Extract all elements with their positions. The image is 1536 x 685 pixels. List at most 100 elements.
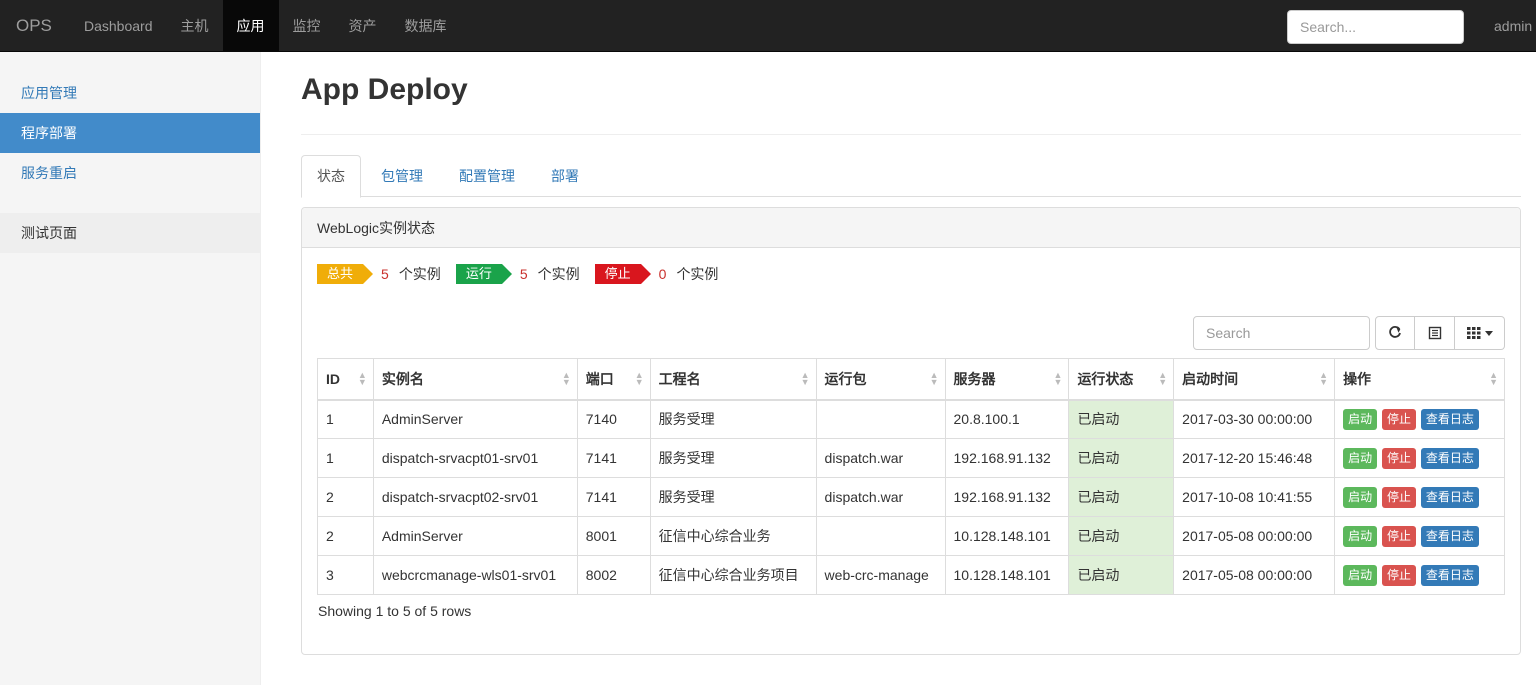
nav-item-monitor[interactable]: 监控 [279,0,335,52]
table-header-row: ID ▲ ▼ 实例名 ▲ ▼ 端口 ▲ ▼ 工程名 ▲ ▼ 运行包 ▲ ▼ 服务器 ▲ ▼ 运行状态 ▲ ▼… [317,358,1505,401]
column-header-status[interactable]: 运行状态 ▲ ▼ [1068,358,1175,401]
main-nav: Dashboard 主机 应用 监控 资产 数据库 [70,0,461,52]
start-button[interactable]: 启动 [1343,408,1378,430]
refresh-icon [1389,326,1401,338]
column-header-start-time[interactable]: 启动时间 ▲ ▼ [1173,358,1336,401]
view-logs-button[interactable]: 查看日志 [1420,486,1479,508]
cell-status: 已启动 [1068,477,1175,517]
global-search-input[interactable] [1287,10,1464,44]
cell-id: 2 [317,477,374,517]
stop-button[interactable]: 停止 [1381,486,1416,508]
cell-port: 7141 [576,438,651,478]
table-row: 1 dispatch-srvacpt01-srv01 7141 服务受理 dis… [317,438,1505,478]
sidebar-item-app-management[interactable]: 应用管理 [0,73,260,113]
cell-instance: AdminServer [372,399,578,439]
total-badge: 总共 [317,264,374,284]
top-navbar: OPS Dashboard 主机 应用 监控 资产 数据库 admin [0,0,1536,52]
cell-instance: AdminServer [372,516,578,556]
cell-server: 10.128.148.101 [944,516,1070,556]
cell-actions: 启动 停止 查看日志 [1334,516,1505,556]
tab-package-management[interactable]: 包管理 [365,155,439,196]
view-logs-button[interactable]: 查看日志 [1420,564,1479,586]
sidebar-item-deploy[interactable]: 程序部署 [0,113,260,153]
stopped-badge: 停止 [594,264,651,284]
stop-button[interactable]: 停止 [1381,447,1416,469]
panel-title: WebLogic实例状态 [302,208,1520,248]
start-button[interactable]: 启动 [1343,486,1378,508]
panel-body: 总共 5 个实例 运行 5 个实例 停止 0 个实例 Search ID ▲ ▼… [302,248,1520,619]
tab-config-management[interactable]: 配置管理 [443,155,531,196]
view-logs-button[interactable]: 查看日志 [1420,408,1479,430]
cell-project: 征信中心综合业务项目 [649,555,817,595]
cell-project: 征信中心综合业务 [649,516,817,556]
column-header-port[interactable]: 端口 ▲ ▼ [576,358,651,401]
cell-project: 服务受理 [649,438,817,478]
nav-item-database[interactable]: 数据库 [391,0,461,52]
nav-item-assets[interactable]: 资产 [335,0,391,52]
sort-icon: ▲ ▼ [561,370,571,387]
table-row: 1 AdminServer 7140 服务受理 20.8.100.1 已启动 2… [317,399,1505,439]
cell-package: web-crc-manage [815,555,946,595]
tab-status[interactable]: 状态 [301,155,361,198]
cell-id: 2 [317,516,374,556]
cell-package [815,516,946,556]
table-toolbar [1193,316,1505,350]
column-header-actions[interactable]: 操作 ▲ ▼ [1334,358,1505,401]
sort-icon: ▲ ▼ [1053,370,1063,387]
cell-id: 3 [317,555,374,595]
tab-deploy[interactable]: 部署 [535,155,595,196]
cell-project: 服务受理 [649,399,817,439]
column-header-project[interactable]: 工程名 ▲ ▼ [649,358,817,401]
sidebar-divider [0,193,260,213]
caret-down-icon [1484,330,1493,336]
sidebar-item-test-page[interactable]: 测试页面 [0,213,260,253]
total-unit: 个实例 [398,266,441,282]
view-logs-button[interactable]: 查看日志 [1420,447,1479,469]
cell-start-time: 2017-05-08 00:00:00 [1173,555,1336,595]
sort-icon: ▲ ▼ [634,370,644,387]
nav-item-apps[interactable]: 应用 [222,0,279,52]
nav-item-hosts[interactable]: 主机 [167,0,223,52]
list-icon [1428,326,1441,340]
sidebar-group: 应用管理 程序部署 服务重启 [0,73,260,193]
cell-instance: webcrcmanage-wls01-srv01 [372,555,578,595]
cell-port: 7140 [576,399,651,439]
view-logs-button[interactable]: 查看日志 [1420,525,1479,547]
stopped-count: 0 [658,266,667,282]
cell-id: 1 [317,438,374,478]
cell-port: 7141 [576,477,651,517]
sidebar: 应用管理 程序部署 服务重启 测试页面 [0,52,261,685]
cell-server: 10.128.148.101 [944,555,1070,595]
column-header-instance[interactable]: 实例名 ▲ ▼ [372,358,578,401]
user-menu[interactable]: admin [1494,18,1532,34]
start-button[interactable]: 启动 [1343,447,1378,469]
brand-logo[interactable]: OPS [16,16,52,36]
tab-bar: 状态 包管理 配置管理 部署 [301,155,1521,198]
stop-button[interactable]: 停止 [1381,408,1416,430]
column-header-package[interactable]: 运行包 ▲ ▼ [815,358,946,401]
cell-port: 8002 [576,555,651,595]
column-header-server[interactable]: 服务器 ▲ ▼ [944,358,1070,401]
cell-start-time: 2017-10-08 10:41:55 [1173,477,1336,517]
stopped-unit: 个实例 [676,266,719,282]
table-search-input[interactable] [1193,316,1370,350]
cell-package: dispatch.war [815,438,946,478]
table-row: 2 AdminServer 8001 征信中心综合业务 10.128.148.1… [317,516,1505,556]
instance-table: ID ▲ ▼ 实例名 ▲ ▼ 端口 ▲ ▼ 工程名 ▲ ▼ 运行包 ▲ ▼ 服务器 ▲ ▼ 运行状态 ▲ ▼… [317,358,1505,595]
nav-item-dashboard[interactable]: Dashboard [70,0,167,52]
stop-button[interactable]: 停止 [1381,564,1416,586]
stop-button[interactable]: 停止 [1381,525,1416,547]
table-row: 2 dispatch-srvacpt02-srv01 7141 服务受理 dis… [317,477,1505,517]
toggle-view-button[interactable] [1415,316,1455,350]
total-count: 5 [381,266,389,282]
columns-dropdown-button[interactable] [1455,316,1505,350]
cell-server: 192.168.91.132 [944,477,1070,517]
cell-actions: 启动 停止 查看日志 [1334,438,1505,478]
sidebar-item-service-restart[interactable]: 服务重启 [0,153,260,193]
start-button[interactable]: 启动 [1343,525,1378,547]
start-button[interactable]: 启动 [1343,564,1378,586]
table-row: 3 webcrcmanage-wls01-srv01 8002 征信中心综合业务… [317,555,1505,595]
column-header-id[interactable]: ID ▲ ▼ [317,358,374,401]
cell-server: 192.168.91.132 [944,438,1070,478]
refresh-button[interactable] [1375,316,1415,350]
